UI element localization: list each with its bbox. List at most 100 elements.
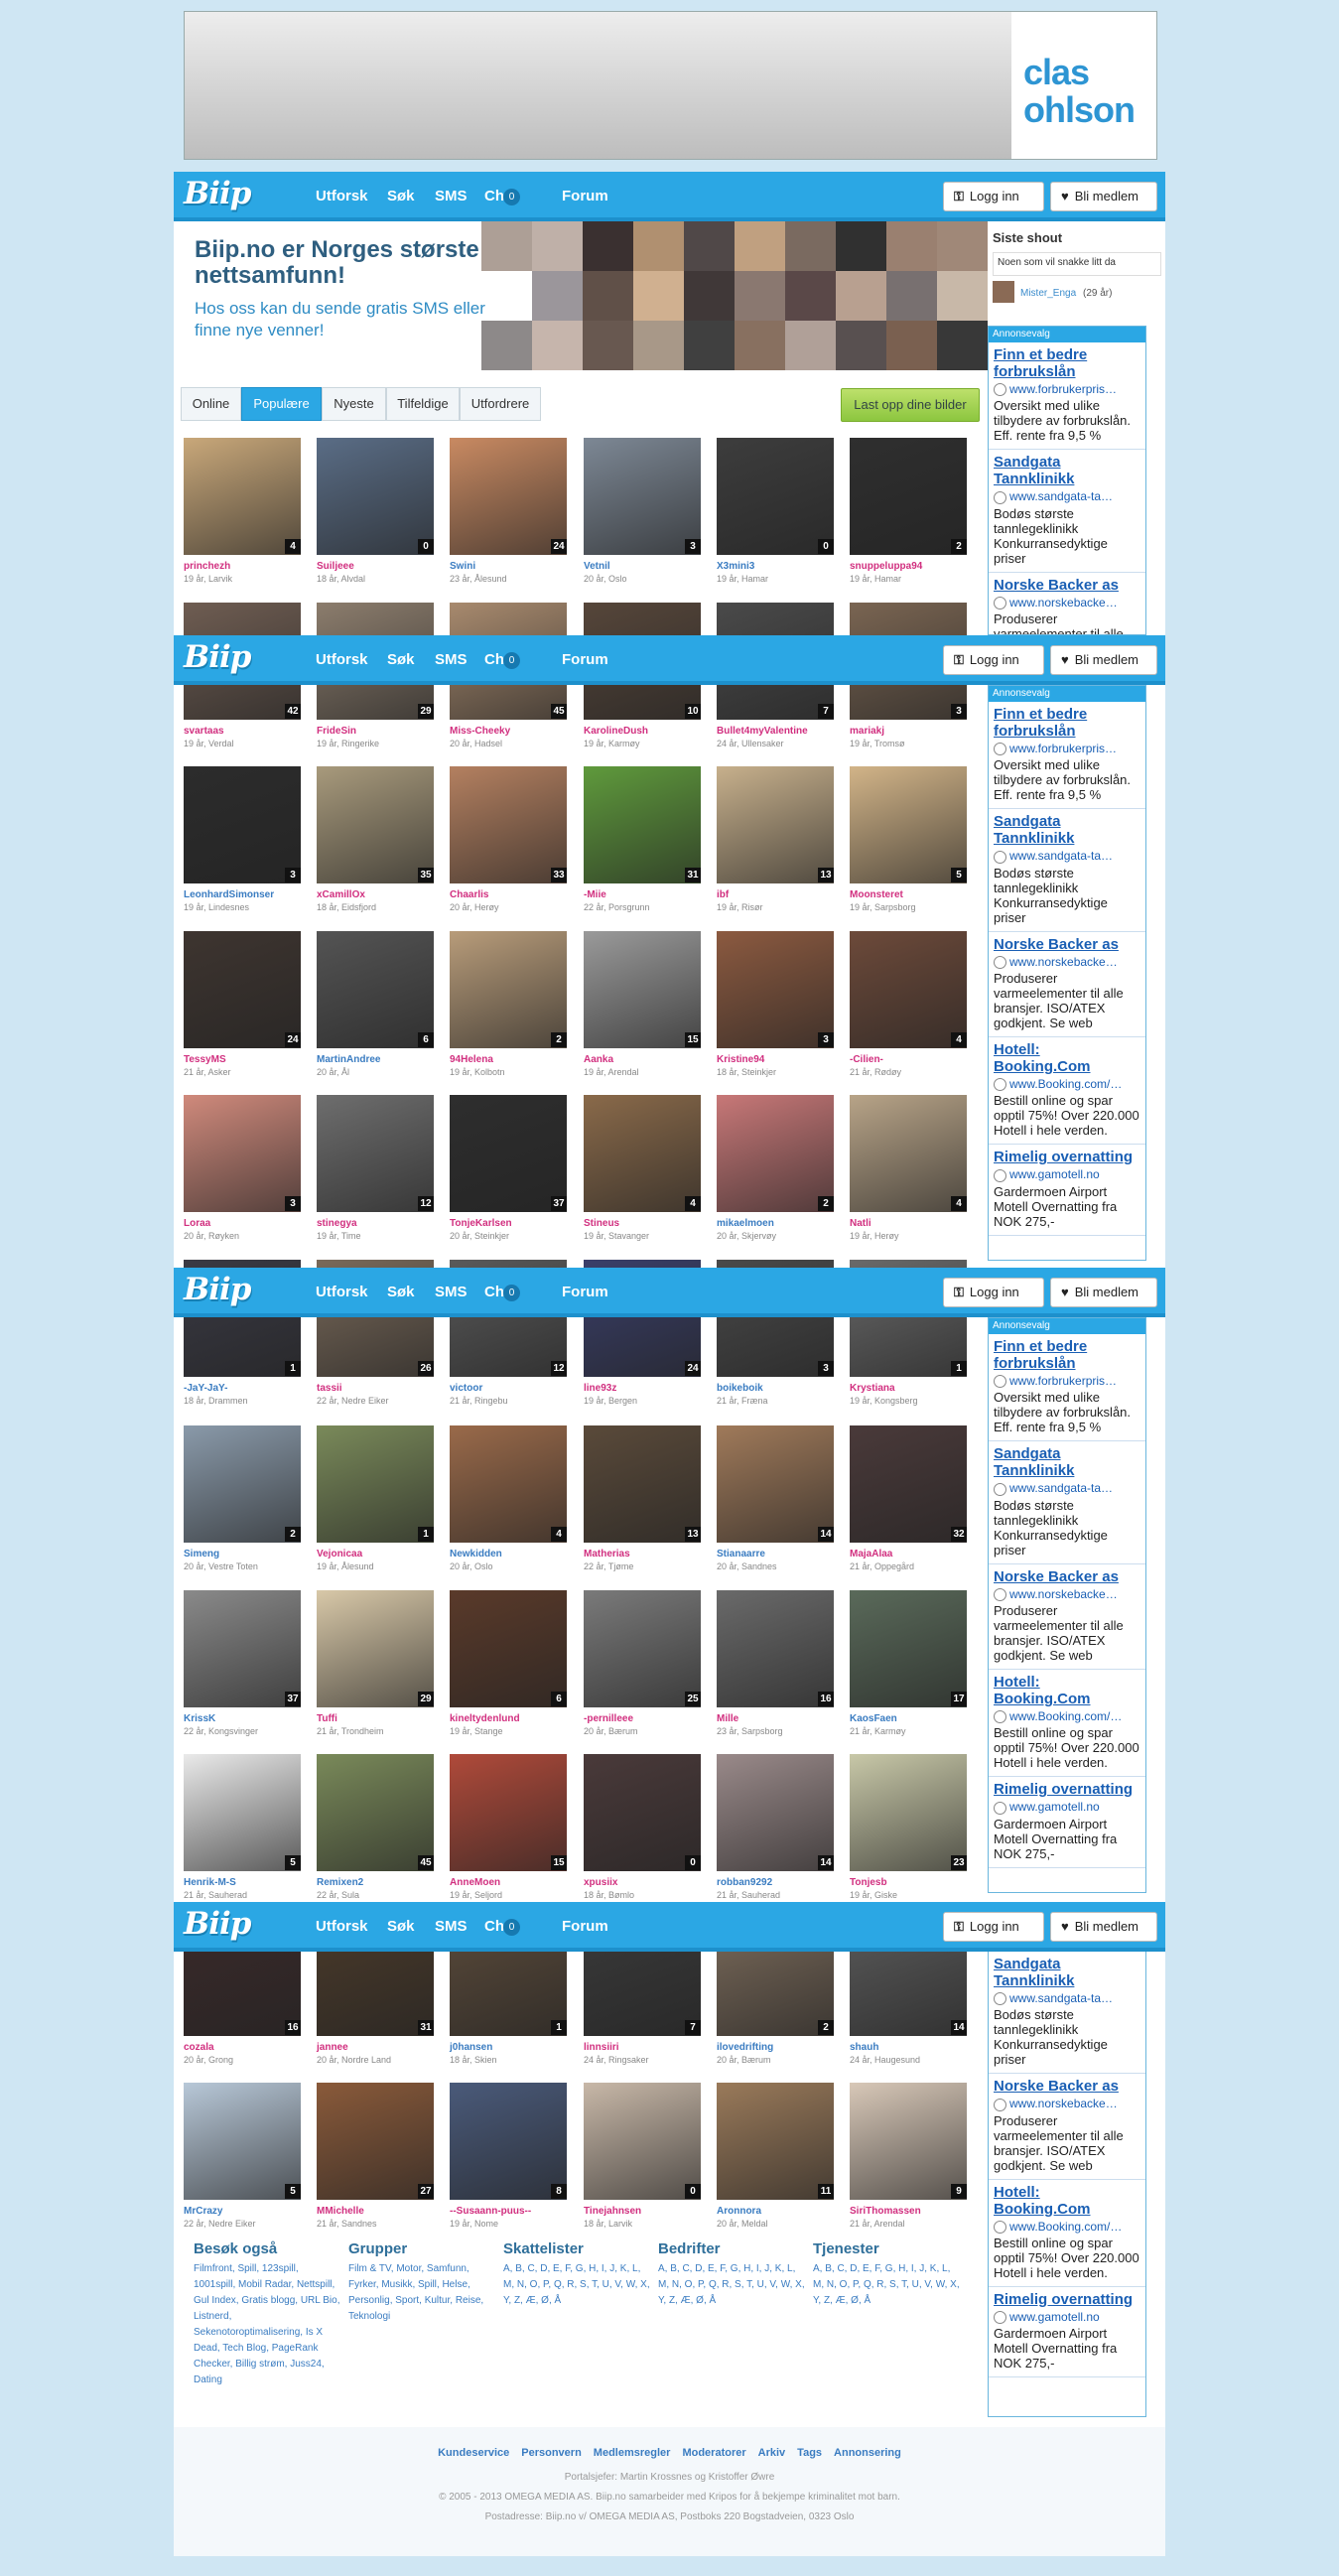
user-card[interactable]: 14 Stianaarre 20 år, Sandnes bbox=[714, 1425, 835, 1571]
user-photo[interactable]: 15 bbox=[584, 931, 701, 1048]
user-photo[interactable]: 8 bbox=[450, 2083, 567, 2200]
user-photo[interactable]: 4 bbox=[184, 438, 301, 555]
user-name-link[interactable]: stinegya bbox=[317, 1218, 357, 1229]
mosaic-photo[interactable] bbox=[886, 271, 937, 321]
user-name-link[interactable]: linnsiiri bbox=[584, 2042, 619, 2053]
user-card[interactable]: 24 Swini 23 år, Ålesund bbox=[447, 438, 568, 584]
user-photo[interactable]: 16 bbox=[717, 1590, 834, 1707]
user-name-link[interactable]: Moonsteret bbox=[850, 889, 903, 900]
sidebar-ad-box[interactable]: Annonsevalg Finn et bedre forbrukslån www.… bbox=[988, 1317, 1146, 1893]
user-photo[interactable]: 0 bbox=[717, 438, 834, 555]
user-card[interactable]: 17 KaosFaen 21 år, Karmøy bbox=[847, 1590, 968, 1736]
mosaic-photo[interactable] bbox=[735, 321, 785, 370]
ad-url[interactable]: www.Booking.com/… bbox=[994, 1709, 1140, 1724]
user-name-link[interactable]: victoor bbox=[450, 1383, 482, 1394]
user-card[interactable]: 0 xpusiix 18 år, Bømlo bbox=[581, 1754, 702, 1900]
footer-col-links[interactable]: Filmfront, Spill, 123spill, 1001spill, M… bbox=[194, 2261, 342, 2388]
ad-url[interactable]: www.sandgata-ta… bbox=[994, 1481, 1140, 1496]
nav-link-utforsk[interactable]: Utforsk bbox=[316, 651, 368, 668]
user-card[interactable]: 15 Aanka 19 år, Arendal bbox=[581, 931, 702, 1077]
user-card[interactable]: 8 --Susaann-puus-- 19 år, Nome bbox=[447, 2083, 568, 2229]
user-name-link[interactable]: snuppeluppa94 bbox=[850, 561, 922, 572]
mosaic-photo[interactable] bbox=[785, 271, 836, 321]
user-card[interactable]: 16 Mille 23 år, Sarpsborg bbox=[714, 1590, 835, 1736]
mosaic-photo[interactable] bbox=[785, 221, 836, 271]
user-photo[interactable]: 3 bbox=[717, 931, 834, 1048]
user-name-link[interactable]: MajaAlaa bbox=[850, 1549, 892, 1559]
user-name-link[interactable]: Vejonicaa bbox=[317, 1549, 362, 1559]
mosaic-photo[interactable] bbox=[583, 321, 633, 370]
ad-title-link[interactable]: Norske Backer as bbox=[994, 577, 1140, 594]
sidebar-ad-item[interactable]: Sandgata Tannklinikk www.sandgata-ta… Bodø… bbox=[989, 1952, 1145, 2075]
sidebar-ad-box[interactable]: Annonsevalg Finn et bedre forbrukslån www.… bbox=[988, 685, 1146, 1261]
ad-url[interactable]: www.sandgata-ta… bbox=[994, 1991, 1140, 2006]
mosaic-photo[interactable] bbox=[886, 321, 937, 370]
clas-ohlson-banner-ad[interactable]: clas ohlson bbox=[184, 11, 1157, 160]
mosaic-photo[interactable] bbox=[481, 221, 532, 271]
ad-url[interactable]: www.gamotell.no bbox=[994, 1800, 1140, 1815]
ad-url[interactable]: www.gamotell.no bbox=[994, 2310, 1140, 2325]
ad-title-link[interactable]: Hotell: Booking.Com bbox=[994, 2184, 1140, 2218]
user-photo[interactable]: 11 bbox=[717, 2083, 834, 2200]
user-photo[interactable]: 37 bbox=[184, 1590, 301, 1707]
sidebar-ad-item[interactable]: Sandgata Tannklinikk www.sandgata-ta… Bodø… bbox=[989, 1441, 1145, 1564]
user-card[interactable]: 32 MajaAlaa 21 år, Oppegård bbox=[847, 1425, 968, 1571]
ad-url[interactable]: www.norskebacke… bbox=[994, 955, 1140, 969]
user-card[interactable]: 23 Tonjesb 19 år, Giske bbox=[847, 1754, 968, 1900]
footer-link[interactable]: Annonsering bbox=[834, 2447, 901, 2459]
ad-title-link[interactable]: Finn et bedre forbrukslån bbox=[994, 706, 1140, 740]
user-name-link[interactable]: -JaY-JaY- bbox=[184, 1383, 227, 1394]
user-card[interactable]: 37 TonjeKarlsen 20 år, Steinkjer bbox=[447, 1095, 568, 1241]
user-photo[interactable]: 45 bbox=[317, 1754, 434, 1871]
ad-title-link[interactable]: Finn et bedre forbrukslån bbox=[994, 1338, 1140, 1372]
signup-button[interactable]: ♥ Bli medlem bbox=[1050, 1912, 1157, 1942]
tab-nyeste[interactable]: Nyeste bbox=[322, 387, 386, 421]
user-name-link[interactable]: ilovedrifting bbox=[717, 2042, 773, 2053]
biip-logo[interactable]: Biip bbox=[184, 639, 251, 675]
user-name-link[interactable]: Tuffi bbox=[317, 1713, 337, 1724]
nav-link-utforsk[interactable]: Utforsk bbox=[316, 188, 368, 204]
sidebar-ad-item[interactable]: Hotell: Booking.Com www.Booking.com/… Best… bbox=[989, 1670, 1145, 1778]
user-card[interactable]: 1 Vejonicaa 19 år, Ålesund bbox=[314, 1425, 435, 1571]
user-name-link[interactable]: Tinejahnsen bbox=[584, 2206, 641, 2217]
ad-url[interactable]: www.norskebacke… bbox=[994, 2097, 1140, 2111]
mosaic-photo[interactable] bbox=[836, 221, 886, 271]
user-name-link[interactable]: Remixen2 bbox=[317, 1877, 363, 1888]
user-photo[interactable]: 4 bbox=[850, 1095, 967, 1212]
user-photo[interactable]: 5 bbox=[184, 2083, 301, 2200]
mosaic-photo[interactable] bbox=[684, 271, 735, 321]
user-photo[interactable]: 2 bbox=[850, 438, 967, 555]
user-name-link[interactable]: Bullet4myValentine bbox=[717, 726, 808, 737]
user-name-link[interactable]: line93z bbox=[584, 1383, 616, 1394]
user-card[interactable]: 3 Loraa 20 år, Røyken bbox=[181, 1095, 302, 1241]
sidebar-ad-item[interactable]: Norske Backer as www.norskebacke… Produser… bbox=[989, 2074, 1145, 2180]
user-name-link[interactable]: jannee bbox=[317, 2042, 348, 2053]
user-card[interactable]: 6 MartinAndree 20 år, Ål bbox=[314, 931, 435, 1077]
user-name-link[interactable]: Tonjesb bbox=[850, 1877, 887, 1888]
user-photo[interactable]: 25 bbox=[584, 1590, 701, 1707]
user-name-link[interactable]: xCamillOx bbox=[317, 889, 365, 900]
user-photo[interactable]: 3 bbox=[184, 766, 301, 883]
ad-url[interactable]: www.forbrukerpris… bbox=[994, 1374, 1140, 1389]
member-photo-mosaic[interactable] bbox=[479, 221, 988, 370]
user-photo[interactable]: 0 bbox=[584, 1754, 701, 1871]
ad-title-link[interactable]: Sandgata Tannklinikk bbox=[994, 1445, 1140, 1479]
user-card[interactable]: 11 Aronnora 20 år, Meldal bbox=[714, 2083, 835, 2229]
user-photo[interactable]: 29 bbox=[317, 1590, 434, 1707]
footer-col-links[interactable]: A, B, C, D, E, F, G, H, I, J, K, L, M, N… bbox=[658, 2261, 807, 2309]
user-name-link[interactable]: Stianaarre bbox=[717, 1549, 765, 1559]
footer-col-links[interactable]: Film & TV, Motor, Samfunn, Fyrker, Musik… bbox=[348, 2261, 497, 2325]
user-name-link[interactable]: j0hansen bbox=[450, 2042, 492, 2053]
user-photo[interactable]: 2 bbox=[184, 1425, 301, 1543]
ad-title-link[interactable]: Rimelig overnatting bbox=[994, 2291, 1140, 2308]
ad-title-link[interactable]: Norske Backer as bbox=[994, 1568, 1140, 1585]
mosaic-photo[interactable] bbox=[836, 321, 886, 370]
user-name-link[interactable]: xpusiix bbox=[584, 1877, 617, 1888]
user-name-link[interactable]: Newkidden bbox=[450, 1549, 502, 1559]
user-name-link[interactable]: Loraa bbox=[184, 1218, 210, 1229]
user-name-link[interactable]: KrissK bbox=[184, 1713, 215, 1724]
sidebar-ad-item[interactable]: Hotell: Booking.Com www.Booking.com/… Best… bbox=[989, 2180, 1145, 2287]
sidebar-ad-item[interactable]: Norske Backer as www.norskebacke… Produser… bbox=[989, 1564, 1145, 1670]
user-name-link[interactable]: tassii bbox=[317, 1383, 342, 1394]
login-button[interactable]: ⚿ Logg inn bbox=[943, 1278, 1044, 1307]
